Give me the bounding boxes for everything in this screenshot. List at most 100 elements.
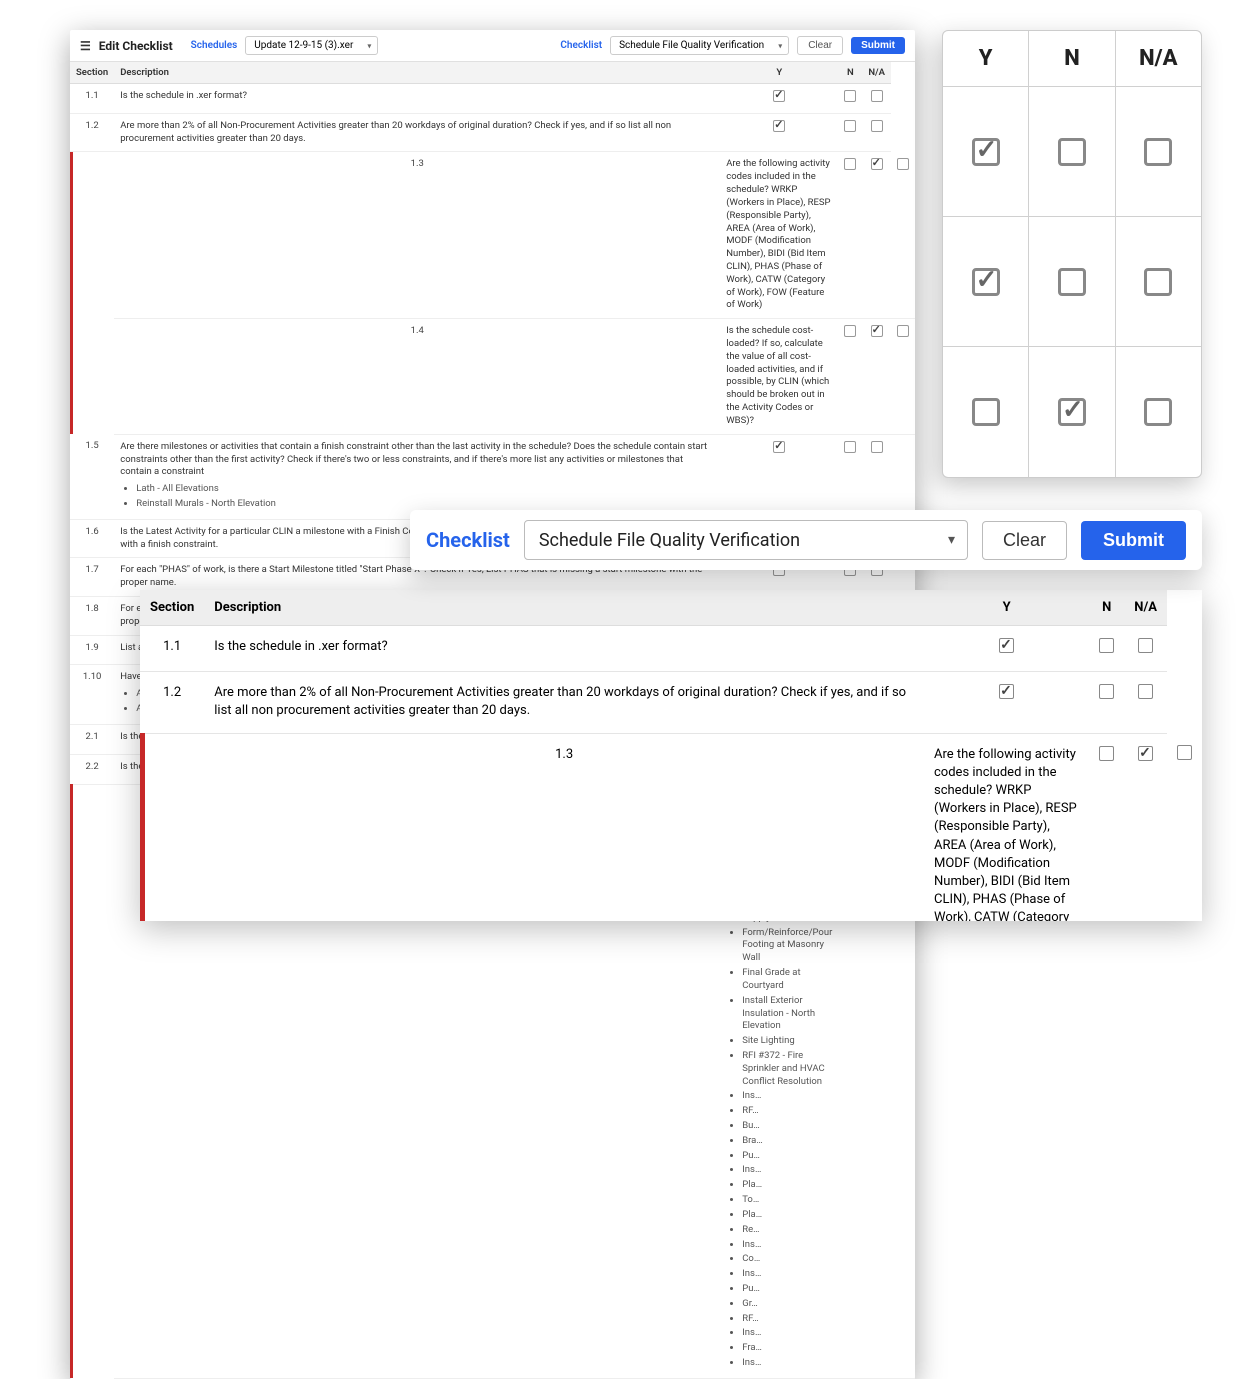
zoom-yn-grid: Y N N/A [942,30,1202,478]
table-row: 1.5Are there milestones or activities th… [70,434,915,519]
y-checkbox[interactable] [838,152,862,319]
zoom-header-y: Y [979,46,993,71]
checkbox-icon [1058,398,1086,426]
section-cell: 2.2 [70,754,114,784]
checkbox-icon [1138,746,1153,761]
checkbox-icon [1144,398,1172,426]
checklist-link[interactable]: Checklist [560,40,602,51]
checkbox-icon [972,398,1000,426]
checkbox-icon [999,684,1014,699]
na-checkbox[interactable] [862,434,891,519]
section-cell: 1.2 [70,113,114,152]
na-checkbox[interactable] [891,319,915,435]
na-checkbox[interactable] [1124,672,1167,733]
y-checkbox[interactable] [720,434,838,519]
detail-table-panel: Section Description Y N N/A 1.1Is the sc… [140,590,1202,921]
n-checkbox[interactable] [838,84,862,114]
bar-checklist-select[interactable]: Schedule File Quality Verification ▾ [524,520,968,560]
checklist-action-bar: Checklist Schedule File Quality Verifica… [410,510,1202,570]
checkbox-icon [844,325,856,337]
bar-checklist-label[interactable]: Checklist [426,528,510,552]
app-header: ☰ Edit Checklist Schedules Update 12-9-1… [70,30,915,62]
n-checkbox[interactable] [1089,672,1124,733]
checkbox-icon [897,325,909,337]
na-checkbox[interactable] [891,152,915,319]
section-cell: 1.8 [70,597,114,636]
section-cell: 1.3 [114,152,720,319]
section-cell: 1.10 [70,665,114,724]
section-cell: 1.7 [70,558,114,597]
zoom-y-cell[interactable] [943,87,1029,217]
description-cell: Are the following activity codes include… [720,152,838,319]
zoom-y-cell[interactable] [943,217,1029,347]
checkbox-icon [1144,138,1172,166]
lg-col-y: Y [924,590,1089,626]
y-checkbox[interactable] [838,319,862,435]
y-checkbox[interactable] [924,626,1089,672]
checkbox-icon [871,441,883,453]
zoom-na-cell[interactable] [1116,87,1201,217]
checkbox-icon [773,120,785,132]
n-checkbox[interactable] [838,434,862,519]
schedule-select-value: Update 12-9-15 (3).xer [254,40,353,51]
checkbox-icon [844,90,856,102]
n-checkbox[interactable] [862,319,891,435]
checklist-type-value: Schedule File Quality Verification [619,40,764,51]
checkbox-icon [1058,268,1086,296]
checkbox-icon [1177,745,1192,760]
zoom-header-na: N/A [1139,46,1177,71]
checkbox-icon [1138,638,1153,653]
n-checkbox[interactable] [1124,733,1167,921]
table-row: 1.1Is the schedule in .xer format? [70,84,915,114]
na-checkbox[interactable] [1124,626,1167,672]
na-checkbox[interactable] [1167,733,1202,921]
zoom-na-cell[interactable] [1116,347,1201,477]
clear-button[interactable]: Clear [797,36,843,55]
description-cell: Are the following activity codes include… [924,733,1089,921]
checklist-type-select[interactable]: Schedule File Quality Verification ▾ [610,36,789,55]
section-cell: 2.1 [70,724,114,754]
zoom-na-cell[interactable] [1116,217,1201,347]
zoom-n-cell[interactable] [1029,347,1115,477]
bar-submit-button[interactable]: Submit [1081,521,1186,560]
submit-button[interactable]: Submit [851,37,905,54]
table-row: 1.4Is the schedule cost-loaded? If so, c… [70,319,915,435]
n-checkbox[interactable] [1089,626,1124,672]
checkbox-icon [773,441,785,453]
checkbox-icon [844,120,856,132]
y-checkbox[interactable] [720,84,838,114]
zoom-header-n: N [1064,46,1080,71]
checkbox-icon [897,158,909,170]
table-row: 1.2Are more than 2% of all Non-Procureme… [70,113,915,152]
col-na: N/A [862,62,891,84]
zoom-n-cell[interactable] [1029,87,1115,217]
table-row: 1.3Are the following activity codes incl… [140,733,1202,921]
na-checkbox[interactable] [862,84,891,114]
n-checkbox[interactable] [838,113,862,152]
checklist-table-large: Section Description Y N N/A 1.1Is the sc… [140,590,1202,921]
schedules-link[interactable]: Schedules [191,40,238,51]
table-row: 1.3Are the following activity codes incl… [70,152,915,319]
schedule-select[interactable]: Update 12-9-15 (3).xer ▾ [245,36,378,55]
y-checkbox[interactable] [720,113,838,152]
section-cell: 1.2 [140,672,204,733]
y-checkbox[interactable] [924,672,1089,733]
checkbox-icon [1099,638,1114,653]
n-checkbox[interactable] [862,152,891,319]
zoom-y-cell[interactable] [943,347,1029,477]
y-checkbox[interactable] [1089,733,1124,921]
lg-col-na: N/A [1124,590,1167,626]
col-section: Section [70,62,114,84]
section-cell: 1.6 [70,519,114,558]
checkbox-icon [1058,138,1086,166]
checkbox-icon [1099,746,1114,761]
section-cell: 1.9 [70,635,114,665]
checkbox-icon [1138,684,1153,699]
bar-clear-button[interactable]: Clear [982,521,1067,560]
checkbox-icon [972,268,1000,296]
description-cell: Is the schedule cost-loaded? If so, calc… [720,319,838,435]
na-checkbox[interactable] [862,113,891,152]
lg-col-description: Description [204,590,924,626]
zoom-n-cell[interactable] [1029,217,1115,347]
checkbox-icon [871,325,883,337]
